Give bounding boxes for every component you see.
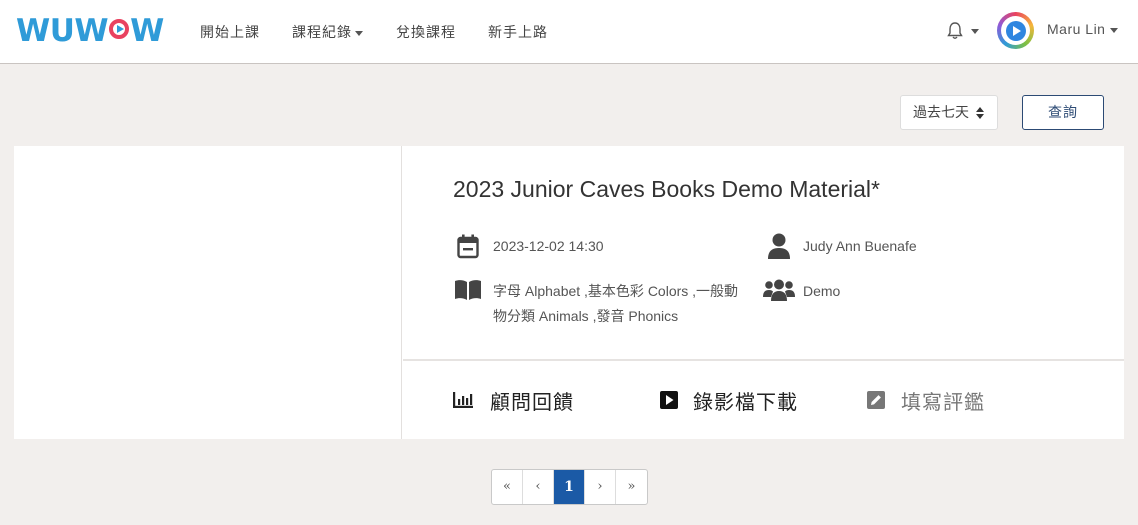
- users-icon: [763, 279, 795, 301]
- nav-class-records[interactable]: 課程紀錄: [292, 22, 363, 42]
- session-card: 2023 Junior Caves Books Demo Material* 2…: [14, 146, 1124, 439]
- page-next-button[interactable]: ›: [585, 470, 616, 504]
- sort-icon: [976, 107, 984, 119]
- material-cover-image: [14, 146, 402, 439]
- nav-start-class[interactable]: 開始上課: [200, 22, 260, 42]
- user-name: Maru Lin: [1047, 21, 1106, 37]
- user-icon: [768, 233, 790, 259]
- nav-class-records-label: 課程紀錄: [292, 24, 352, 40]
- consultant-feedback-label: 顧問回饋: [490, 392, 574, 414]
- avatar[interactable]: [997, 12, 1034, 49]
- nav-start-class-label: 開始上課: [200, 24, 260, 40]
- wuwow-logo[interactable]: WUW W: [16, 14, 164, 48]
- nav-redeem-class[interactable]: 兌換課程: [396, 22, 456, 42]
- fill-evaluation-button[interactable]: 填寫評鑑: [867, 386, 985, 415]
- session-topics: 字母 Alphabet ,基本色彩 Colors ,一般動 物分類 Animal…: [493, 279, 753, 329]
- consultant-feedback-button[interactable]: 顧問回饋: [453, 386, 574, 415]
- nav-redeem-class-label: 兌換課程: [396, 24, 456, 40]
- edit-icon: [867, 391, 885, 409]
- page-prev-button[interactable]: ‹: [523, 470, 554, 504]
- nav-beginner-guide-label: 新手上路: [488, 24, 548, 40]
- consultant-name: Judy Ann Buenafe: [803, 238, 917, 254]
- class-type: Demo: [803, 283, 841, 299]
- page-current-button[interactable]: 1: [554, 470, 585, 504]
- caret-down-icon: [355, 30, 363, 36]
- calendar-icon: [457, 234, 479, 259]
- book-icon: [455, 280, 481, 300]
- logo-text-left: WUW: [16, 13, 109, 49]
- recording-download-label: 錄影檔下載: [693, 392, 798, 414]
- session-topics-line-2: 物分類 Animals ,發音 Phonics: [493, 308, 679, 324]
- page-first-button[interactable]: «: [492, 470, 523, 504]
- logo-text-right: W: [130, 13, 164, 49]
- query-button[interactable]: 查詢: [1022, 95, 1104, 130]
- fill-evaluation-label: 填寫評鑑: [901, 392, 985, 414]
- user-menu[interactable]: Maru Lin: [1047, 21, 1119, 37]
- divider: [403, 359, 1124, 361]
- top-navbar: WUW W 開始上課 課程紀錄 兌換課程 新手上路 Maru Lin: [0, 0, 1138, 64]
- period-select-value: 過去七天: [913, 104, 969, 120]
- recording-download-button[interactable]: 錄影檔下載: [660, 386, 798, 415]
- page-last-button[interactable]: »: [616, 470, 647, 504]
- notifications-button[interactable]: [947, 20, 981, 42]
- session-title: 2023 Junior Caves Books Demo Material*: [453, 176, 880, 202]
- period-select[interactable]: 過去七天: [900, 95, 998, 130]
- play-icon: [1005, 20, 1026, 41]
- nav-beginner-guide[interactable]: 新手上路: [488, 22, 548, 42]
- session-topics-line-1: 字母 Alphabet ,基本色彩 Colors ,一般動: [493, 283, 739, 299]
- logo-play-icon: [109, 19, 130, 39]
- pagination: « ‹ 1 › »: [491, 469, 648, 505]
- bell-icon: [947, 22, 979, 39]
- bar-chart-icon: [453, 392, 473, 408]
- caret-down-icon: [1110, 27, 1119, 33]
- session-datetime: 2023-12-02 14:30: [493, 238, 604, 254]
- video-play-icon: [660, 391, 678, 409]
